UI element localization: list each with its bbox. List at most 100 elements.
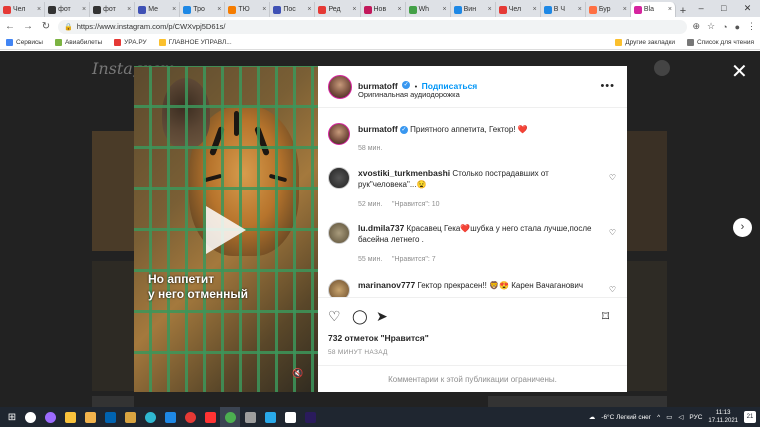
- back-icon[interactable]: ←: [4, 21, 16, 32]
- close-tab-icon[interactable]: ×: [443, 6, 447, 13]
- close-tab-icon[interactable]: ×: [127, 6, 131, 13]
- save-icon[interactable]: ⌑: [602, 308, 609, 325]
- close-tab-icon[interactable]: ×: [82, 6, 86, 13]
- close-tab-icon[interactable]: ×: [533, 6, 537, 13]
- commenter-username[interactable]: lu.dmila737: [358, 223, 404, 233]
- screenshot-icon[interactable]: [240, 407, 260, 427]
- close-tab-icon[interactable]: ×: [172, 6, 176, 13]
- play-icon[interactable]: [206, 206, 246, 254]
- browser-tab[interactable]: Вин ×: [451, 2, 496, 17]
- telegram-icon[interactable]: [260, 407, 280, 427]
- weather-icon[interactable]: ☁: [589, 413, 596, 421]
- browser-tab[interactable]: Тро ×: [180, 2, 226, 17]
- bookmark-other[interactable]: Другие закладки: [615, 39, 675, 46]
- browser-tab[interactable]: Чел ×: [496, 2, 541, 17]
- bookmark-reading-list[interactable]: Список для чтения: [687, 39, 754, 46]
- notifications-badge[interactable]: 21: [744, 411, 756, 423]
- browser-tab[interactable]: ТЮ ×: [225, 2, 271, 17]
- close-tab-icon[interactable]: ×: [668, 6, 672, 13]
- minimize-icon[interactable]: –: [699, 3, 704, 14]
- close-tab-icon[interactable]: ×: [623, 6, 627, 13]
- more-options-icon[interactable]: •••: [600, 80, 615, 92]
- store-icon[interactable]: [280, 407, 300, 427]
- game-icon[interactable]: [120, 407, 140, 427]
- edge-icon[interactable]: [140, 407, 160, 427]
- like-comment-icon[interactable]: ♡: [609, 228, 616, 237]
- browser-tab[interactable]: Bla ×: [630, 2, 676, 17]
- mute-icon[interactable]: 🔇: [292, 368, 303, 379]
- premiere-icon[interactable]: [300, 407, 320, 427]
- volume-icon[interactable]: ◁: [678, 413, 683, 421]
- close-tab-icon[interactable]: ×: [578, 6, 582, 13]
- network-icon[interactable]: ▭: [666, 413, 672, 421]
- commenter-username[interactable]: marinanov777: [358, 280, 415, 290]
- close-tab-icon[interactable]: ×: [307, 6, 311, 13]
- yandex-icon[interactable]: [200, 407, 220, 427]
- bookmark-glavnoe[interactable]: ГЛАВНОЕ УПРАВЛ...: [158, 39, 232, 46]
- maximize-icon[interactable]: □: [721, 3, 726, 14]
- close-tab-icon[interactable]: ×: [397, 6, 401, 13]
- author-avatar[interactable]: [328, 75, 352, 99]
- search-icon[interactable]: [20, 407, 40, 427]
- close-modal-icon[interactable]: ✕: [731, 62, 748, 82]
- weather-text[interactable]: -6°C Легкий снег: [601, 414, 651, 421]
- commenter-username[interactable]: xvostiki_turkmenbashi: [358, 168, 450, 178]
- forward-icon[interactable]: →: [22, 21, 34, 32]
- likes-count[interactable]: 732 отметок "Нравится": [328, 333, 429, 343]
- browser-tab[interactable]: Пос ×: [270, 2, 316, 17]
- browser-tab[interactable]: Бур ×: [586, 2, 631, 17]
- comment-icon[interactable]: ◯: [352, 308, 368, 325]
- browser-tab[interactable]: Ред ×: [315, 2, 361, 17]
- close-tab-icon[interactable]: ×: [262, 6, 266, 13]
- browser-tab[interactable]: В Ч ×: [541, 2, 586, 17]
- file-explorer-icon[interactable]: [60, 407, 80, 427]
- zoom-icon[interactable]: ⊕: [693, 21, 701, 32]
- author-avatar[interactable]: [328, 123, 350, 145]
- close-tab-icon[interactable]: ×: [37, 6, 41, 13]
- bookmark-star-icon[interactable]: ☆: [707, 21, 715, 32]
- extensions-icon[interactable]: ◔: [722, 22, 727, 32]
- browser-tab[interactable]: Нов ×: [361, 2, 406, 17]
- browser-tab[interactable]: Чел ×: [0, 2, 46, 17]
- commenter-avatar[interactable]: [328, 167, 350, 189]
- chrome-icon[interactable]: [220, 407, 240, 427]
- browser-tab[interactable]: Ме ×: [135, 2, 181, 17]
- reload-icon[interactable]: ↻: [40, 21, 52, 32]
- close-tab-icon[interactable]: ×: [217, 6, 221, 13]
- comment-likes[interactable]: "Нравится": 7: [392, 256, 436, 263]
- like-comment-icon[interactable]: ♡: [609, 285, 616, 294]
- menu-icon[interactable]: ⋮: [747, 21, 756, 32]
- close-window-icon[interactable]: ✕: [744, 3, 752, 14]
- clock[interactable]: 11:13 17.11.2021: [708, 409, 738, 425]
- files-icon[interactable]: [80, 407, 100, 427]
- bookmark-services[interactable]: Сервисы: [6, 39, 43, 46]
- close-tab-icon[interactable]: ×: [488, 6, 492, 13]
- close-tab-icon[interactable]: ×: [352, 6, 356, 13]
- new-tab-button[interactable]: +: [676, 5, 690, 17]
- comment-likes[interactable]: "Нравится": 10: [392, 201, 440, 208]
- browser-tab[interactable]: фот ×: [90, 2, 136, 17]
- start-icon[interactable]: ⊞: [4, 412, 20, 423]
- commenter-avatar[interactable]: [328, 222, 350, 244]
- opera-icon[interactable]: [180, 407, 200, 427]
- like-icon[interactable]: ♡: [328, 308, 341, 325]
- url-field[interactable]: 🔒 https://www.instagram.com/p/CWXvpj5D61…: [58, 19, 687, 34]
- bookmark-avia[interactable]: Авиабилеты: [54, 39, 102, 46]
- audio-label[interactable]: Оригинальная аудиодорожка: [358, 90, 460, 99]
- mail-icon[interactable]: [160, 407, 180, 427]
- browser-tab[interactable]: Wh ×: [406, 2, 451, 17]
- tray-arrow-icon[interactable]: ^: [657, 414, 660, 421]
- cortana-icon[interactable]: [40, 407, 60, 427]
- browser-tab[interactable]: фот ×: [45, 2, 91, 17]
- bookmark-ura[interactable]: УРА.РУ: [114, 39, 147, 46]
- profile-icon[interactable]: ●: [735, 22, 740, 32]
- tab-favicon-icon: [138, 5, 147, 14]
- language-indicator[interactable]: РУС: [689, 414, 702, 421]
- caption-author[interactable]: burmatoff: [358, 124, 398, 134]
- next-post-icon[interactable]: ›: [733, 218, 752, 237]
- photos-icon[interactable]: [100, 407, 120, 427]
- like-comment-icon[interactable]: ♡: [609, 173, 616, 182]
- share-icon[interactable]: ➤: [376, 308, 388, 325]
- post-video[interactable]: Но аппетит у него отменный 🔇: [134, 66, 318, 392]
- commenter-avatar[interactable]: [328, 279, 350, 297]
